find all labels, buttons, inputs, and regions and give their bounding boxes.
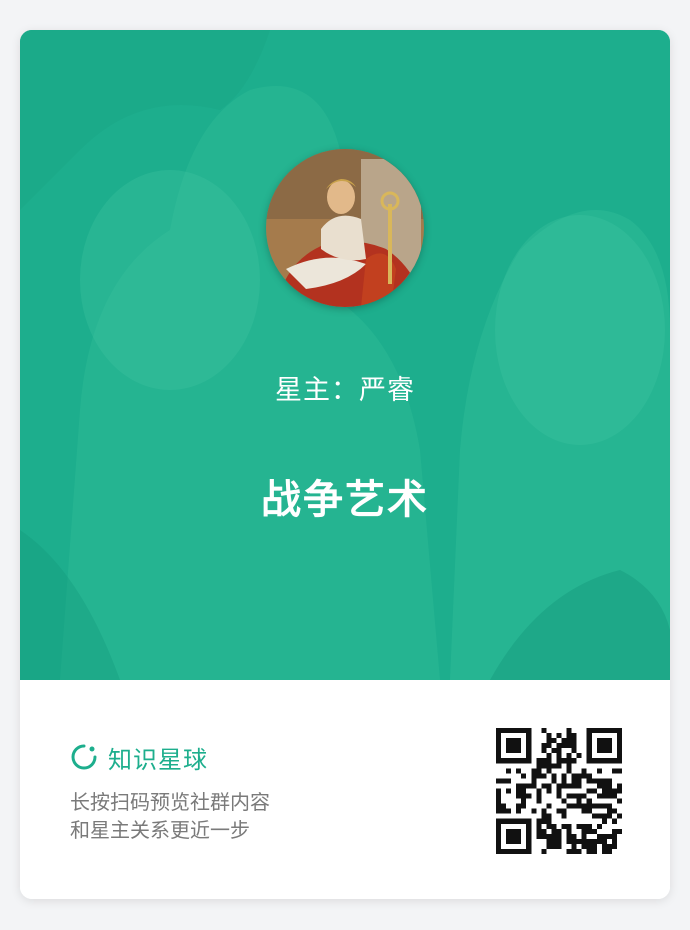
description-line-2: 和星主关系更近一步 [70,818,250,842]
background-figures-image [20,30,670,680]
brand-row: 知识星球 [70,742,208,774]
group-title: 战争艺术 [261,477,429,523]
scan-description: 长按扫码预览社群内容 和星主关系更近一步 [70,788,270,844]
portrait-avatar [266,149,424,307]
description-line-1: 长按扫码预览社群内容 [70,790,270,814]
owner-avatar [266,149,424,307]
invite-card: 星主：严睿 战争艺术 知识星球 长按扫码预览社群内容 和星主关系更近一步 [20,30,670,899]
hero-banner: 星主：严睿 战争艺术 [20,30,670,680]
qr-code-icon[interactable] [496,728,622,854]
brand-name: 知识星球 [108,745,208,774]
card-footer: 知识星球 长按扫码预览社群内容 和星主关系更近一步 [20,680,670,899]
circle-arc-icon [71,744,97,770]
owner-label: 星主：严睿 [275,375,415,406]
